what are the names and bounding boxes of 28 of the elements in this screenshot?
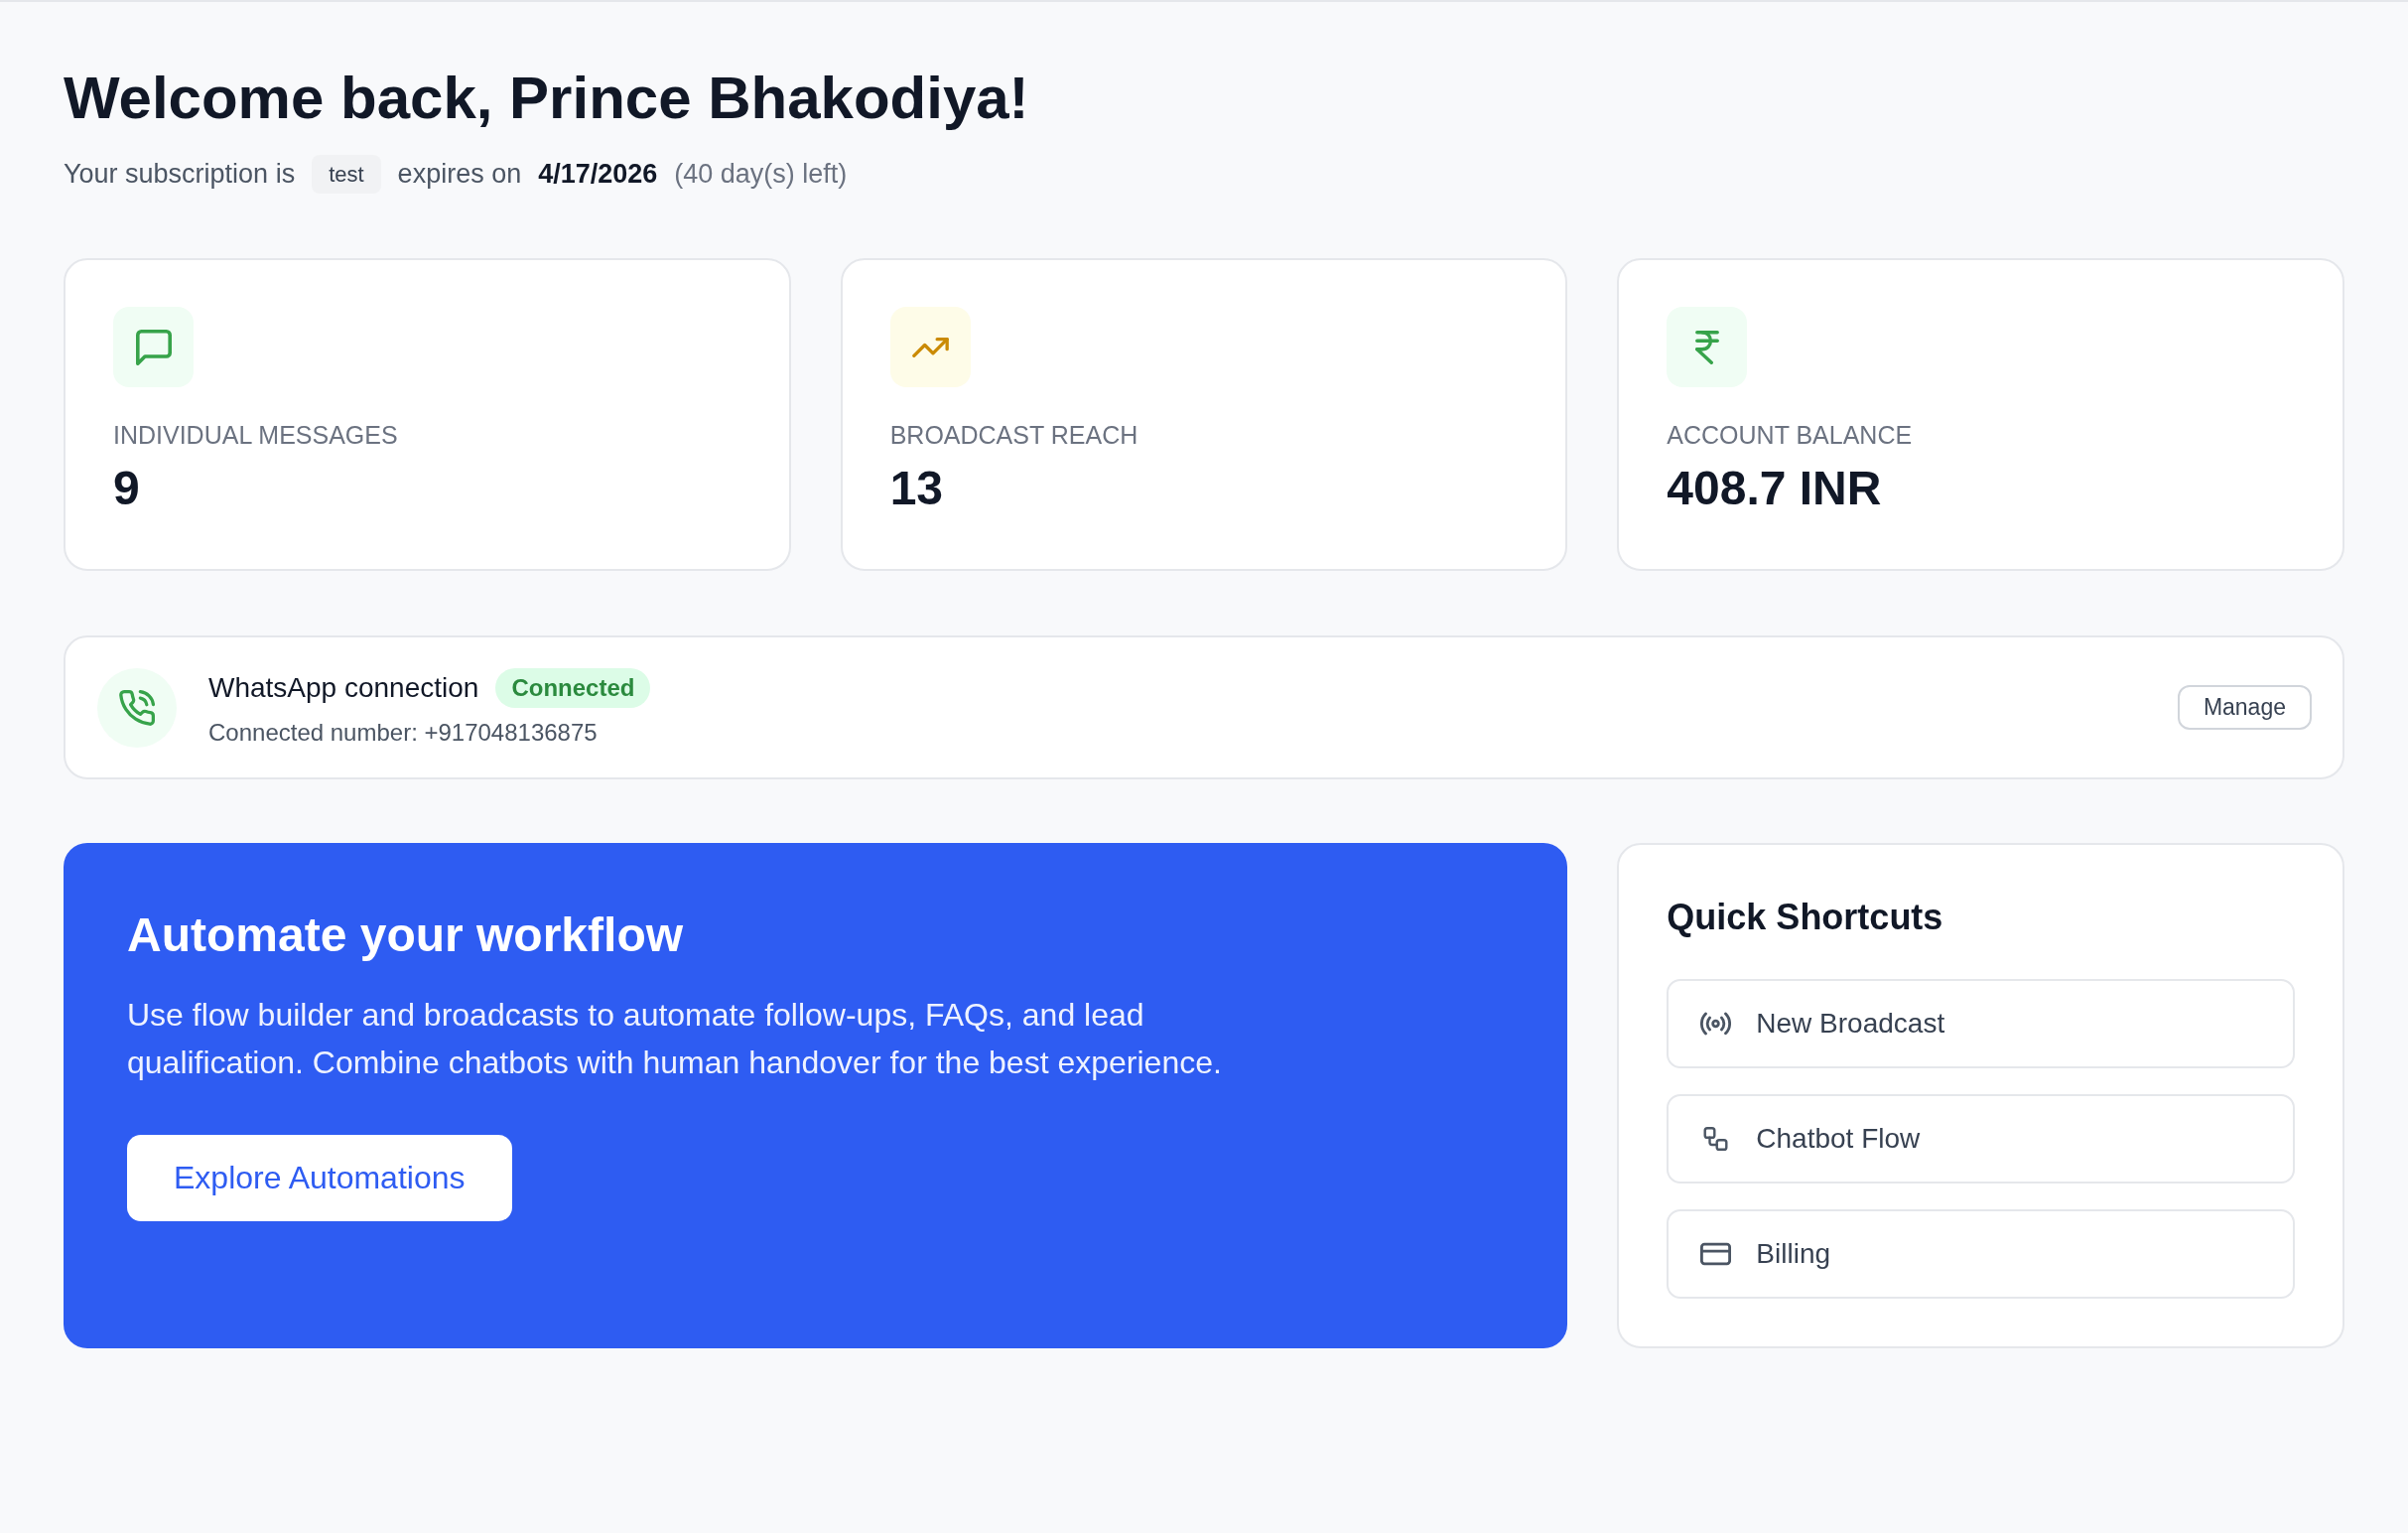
banner-description: Use flow builder and broadcasts to automate follow-ups, FAQs, and lead qualification. Combine chatbots with human handover for the best experience. [127,996,1223,1082]
chat-bubble-icon [113,307,194,387]
stat-label: ACCOUNT BALANCE [1667,420,1914,450]
rupee-icon [1667,307,1748,387]
explore-button[interactable]: Explore Automations [127,1135,512,1221]
connection-title: WhatsApp connection [208,670,479,705]
shortcut-button[interactable]: Billing [1667,1209,2295,1299]
expiry-date: 4/17/2026 [538,158,658,191]
stat-value: 13 [889,461,945,516]
stat-value: 408.7 INR [1667,461,1883,516]
stat-label: INDIVIDUAL MESSAGES [113,420,399,450]
shortcuts-heading: Quick Shortcuts [1667,896,1944,938]
stat-label: BROADCAST REACH [889,420,1139,450]
trend-up-icon [889,307,971,387]
subscription-text: Your subscription is [64,158,296,191]
banner-title: Automate your workflow [127,907,685,963]
shortcut-button[interactable]: Chatbot Flow [1667,1094,2295,1184]
welcome-heading: Welcome back, Prince Bhakodiya! [64,64,1030,133]
manage-button[interactable]: Manage [2177,685,2312,730]
status-badge: Connected [495,667,651,708]
broadcast-icon [1700,1012,1732,1036]
expiry-label: expires on [397,158,522,191]
stat-value: 9 [113,461,141,516]
shortcut-button[interactable]: New Broadcast [1667,979,2295,1068]
credit-card-icon [1700,1242,1732,1266]
plan-badge: test [312,154,381,194]
days-left-text: (40 day(s) left) [674,158,848,191]
connected-number: Connected number: +917048136875 [208,717,599,748]
